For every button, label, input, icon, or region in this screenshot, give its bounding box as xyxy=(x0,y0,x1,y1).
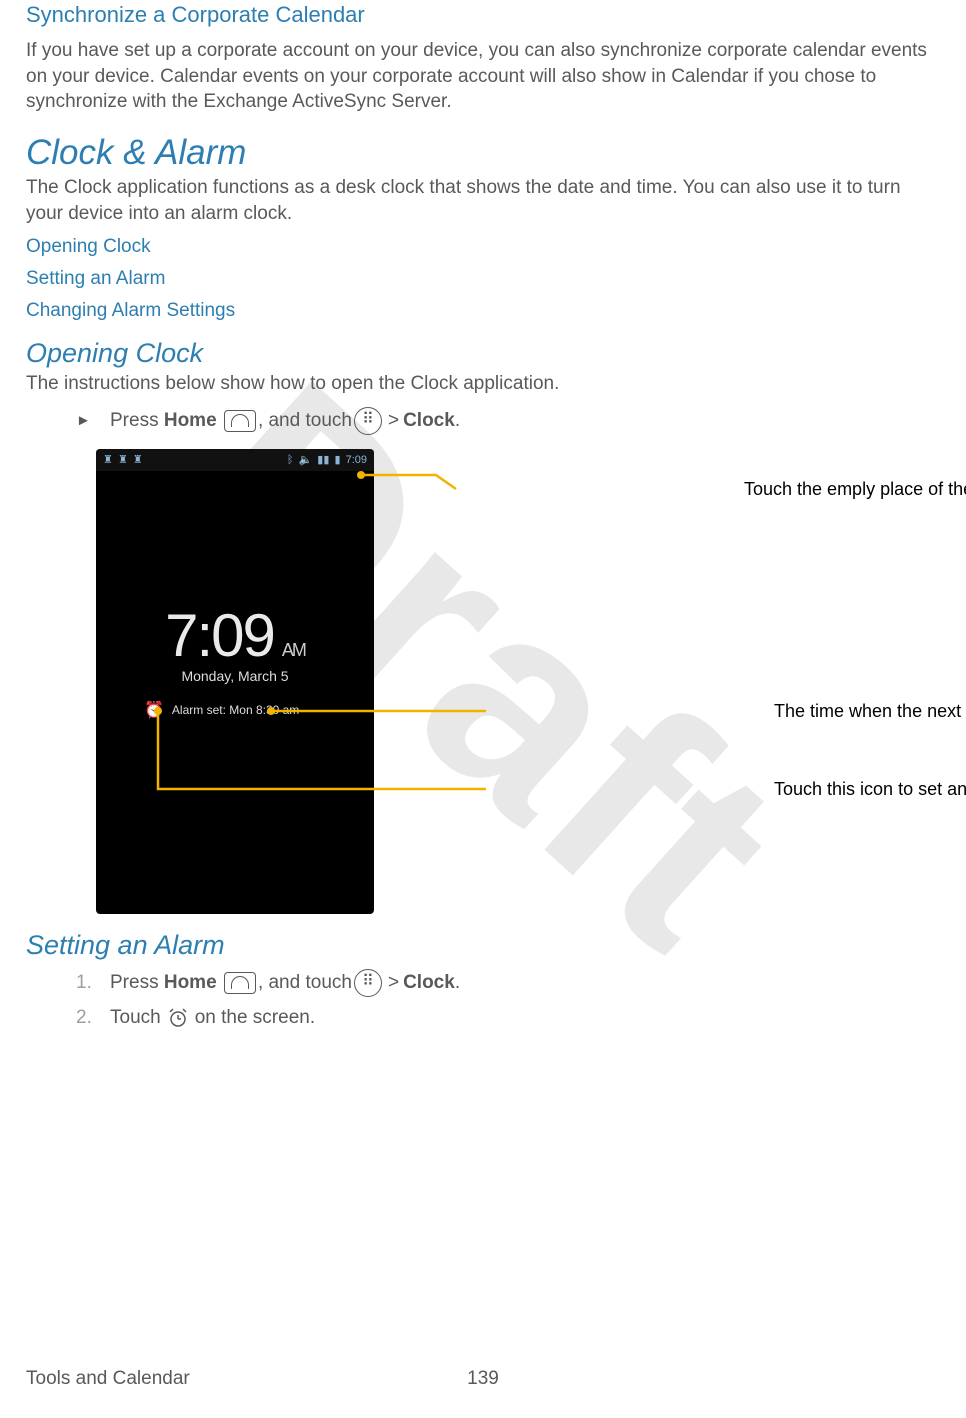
callout-next-alarm: The time when the next alarm is set. xyxy=(774,701,966,722)
clock-ampm: AM xyxy=(282,640,305,661)
step-number-2: 2. xyxy=(76,1007,110,1029)
statusbar-left-icons: ♜ ♜ ♜ xyxy=(102,453,144,466)
step-number-1: 1. xyxy=(76,972,110,994)
step-open-clock: ► Press Home , and touch > Clock . xyxy=(76,407,940,435)
statusbar-right-icons: ᛒ 🔈 ▮▮ ▮ 7:09 xyxy=(286,453,368,466)
text-greater-than: > xyxy=(388,410,399,432)
alarm-row: ⏰ Alarm set: Mon 8:30 am xyxy=(96,700,374,720)
statusbar-time: 7:09 xyxy=(346,454,367,466)
text-clock-bold: Clock xyxy=(403,972,455,994)
paragraph-opening-clock-body: The instructions below show how to open … xyxy=(26,371,940,397)
clock-time: 7:09 AM xyxy=(165,601,305,670)
phone-statusbar: ♜ ♜ ♜ ᛒ 🔈 ▮▮ ▮ 7:09 xyxy=(96,449,374,471)
text-and-touch: , and touch xyxy=(258,972,352,994)
heading-clock-alarm: Clock & Alarm xyxy=(26,133,940,173)
callout-dim-screen: Touch the emply place of the screen to d… xyxy=(744,479,966,500)
link-opening-clock[interactable]: Opening Clock xyxy=(26,236,940,258)
heading-sync-corporate-calendar: Synchronize a Corporate Calendar xyxy=(26,2,940,28)
paragraph-sync-body: If you have set up a corporate account o… xyxy=(26,38,940,115)
text-press: Press xyxy=(110,972,159,994)
notification-icon: ♜ xyxy=(133,454,143,466)
home-icon xyxy=(224,410,256,432)
alarm-icon: ⏰ xyxy=(144,700,164,720)
text-home-bold: Home xyxy=(164,410,217,432)
heading-opening-clock: Opening Clock xyxy=(26,338,940,369)
figure-clock-screenshot: ♜ ♜ ♜ ᛒ 🔈 ▮▮ ▮ 7:09 7:09 AM xyxy=(96,449,940,914)
text-on-the-screen: on the screen. xyxy=(195,1007,315,1029)
text-touch: Touch xyxy=(110,1007,161,1029)
heading-setting-an-alarm: Setting an Alarm xyxy=(26,930,940,961)
step-1-press-home: 1. Press Home , and touch > Clock . xyxy=(76,969,940,997)
paragraph-clock-alarm-body: The Clock application functions as a des… xyxy=(26,175,940,226)
callout-set-alarm-icon: Touch this icon to set an alarm. xyxy=(774,779,966,800)
apps-icon xyxy=(354,969,382,997)
text-home-bold: Home xyxy=(164,972,217,994)
link-setting-an-alarm[interactable]: Setting an Alarm xyxy=(26,268,940,290)
clock-time-value: 7:09 xyxy=(165,601,274,670)
notification-icon: ♜ xyxy=(103,454,113,466)
volume-icon: 🔈 xyxy=(299,454,313,466)
phone-mock: ♜ ♜ ♜ ᛒ 🔈 ▮▮ ▮ 7:09 7:09 AM xyxy=(96,449,374,914)
clock-face: 7:09 AM Monday, March 5 xyxy=(96,601,374,684)
step-2-touch-alarm: 2. Touch on the screen. xyxy=(76,1005,940,1031)
text-clock-bold: Clock xyxy=(403,410,455,432)
alarm-text: Alarm set: Mon 8:30 am xyxy=(172,703,299,717)
notification-icon: ♜ xyxy=(118,454,128,466)
text-press: Press xyxy=(110,410,159,432)
bullet-triangle-icon: ► xyxy=(76,412,110,429)
footer-section-name: Tools and Calendar xyxy=(26,1368,190,1390)
home-icon xyxy=(224,972,256,994)
bluetooth-icon: ᛒ xyxy=(287,454,294,466)
text-period: . xyxy=(455,972,460,994)
signal-icon: ▮▮ xyxy=(317,454,329,466)
footer-page-number: 139 xyxy=(467,1368,499,1390)
text-greater-than: > xyxy=(388,972,399,994)
page-footer: Tools and Calendar 139 xyxy=(26,1368,940,1390)
alarm-clock-icon xyxy=(165,1005,191,1031)
link-changing-alarm-settings[interactable]: Changing Alarm Settings xyxy=(26,300,940,322)
battery-icon: ▮ xyxy=(334,454,340,466)
text-and-touch: , and touch xyxy=(258,410,352,432)
clock-date: Monday, March 5 xyxy=(96,668,374,684)
apps-icon xyxy=(354,407,382,435)
text-period: . xyxy=(455,410,460,432)
